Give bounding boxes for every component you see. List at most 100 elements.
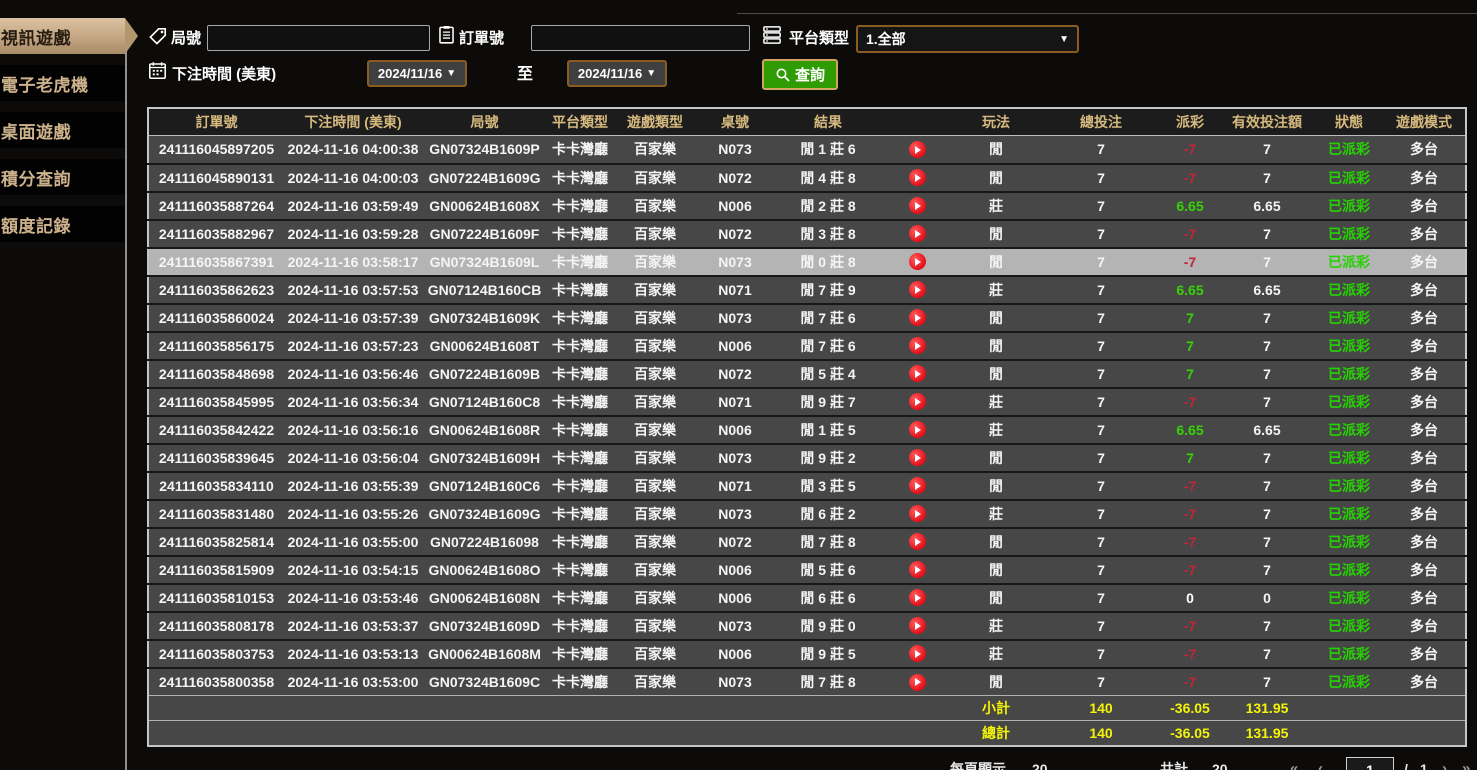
play-icon[interactable] bbox=[909, 197, 926, 214]
play-icon[interactable] bbox=[909, 253, 926, 270]
cell-table-no: N073 bbox=[697, 304, 773, 332]
table-row[interactable]: 241116035810153 2024-11-16 03:53:46 GN00… bbox=[148, 584, 1466, 612]
cell-platform-type: 卡卡灣廳 bbox=[547, 332, 613, 360]
next-page-button[interactable]: › bbox=[1442, 757, 1447, 770]
cell-round-id: GN07224B1609B bbox=[422, 360, 547, 388]
table-row[interactable]: 241116035867391 2024-11-16 03:58:17 GN07… bbox=[148, 248, 1466, 276]
cell-round-id: GN00624B1608T bbox=[422, 332, 547, 360]
cell-total-bet: 7 bbox=[1041, 332, 1161, 360]
table-row[interactable]: 241116035815909 2024-11-16 03:54:15 GN00… bbox=[148, 556, 1466, 584]
cell-bet-type: 閒 bbox=[951, 136, 1041, 164]
play-icon[interactable] bbox=[909, 281, 926, 298]
cell-game-mode: 多台 bbox=[1383, 640, 1466, 668]
cell-bet-type: 閒 bbox=[951, 584, 1041, 612]
cell-bet-time: 2024-11-16 03:56:16 bbox=[284, 416, 422, 444]
cell-payout: -7 bbox=[1161, 556, 1219, 584]
play-icon[interactable] bbox=[909, 421, 926, 438]
cell-valid-bet: 7 bbox=[1219, 220, 1315, 248]
table-row[interactable]: 241116035839645 2024-11-16 03:56:04 GN07… bbox=[148, 444, 1466, 472]
cell-game-mode: 多台 bbox=[1383, 472, 1466, 500]
table-row[interactable]: 241116035845995 2024-11-16 03:56:34 GN07… bbox=[148, 388, 1466, 416]
play-icon[interactable] bbox=[909, 225, 926, 242]
table-row[interactable]: 241116035882967 2024-11-16 03:59:28 GN07… bbox=[148, 220, 1466, 248]
table-row[interactable]: 241116035848698 2024-11-16 03:56:46 GN07… bbox=[148, 360, 1466, 388]
table-row[interactable]: 241116035856175 2024-11-16 03:57:23 GN00… bbox=[148, 332, 1466, 360]
table-row[interactable]: 241116035862623 2024-11-16 03:57:53 GN07… bbox=[148, 276, 1466, 304]
play-icon[interactable] bbox=[909, 477, 926, 494]
play-icon[interactable] bbox=[909, 561, 926, 578]
play-icon[interactable] bbox=[909, 393, 926, 410]
play-icon[interactable] bbox=[909, 141, 926, 158]
play-icon[interactable] bbox=[909, 645, 926, 662]
cell-game-mode: 多台 bbox=[1383, 164, 1466, 192]
search-button[interactable]: 查詢 bbox=[762, 59, 838, 90]
chevron-down-icon: ▼ bbox=[1059, 34, 1069, 45]
cell-result: 閒 3 莊 8 bbox=[773, 220, 883, 248]
play-icon[interactable] bbox=[909, 505, 926, 522]
table-row[interactable]: 241116035834110 2024-11-16 03:55:39 GN07… bbox=[148, 472, 1466, 500]
platform-type-select[interactable]: 1.全部 ▼ bbox=[856, 25, 1079, 53]
cell-result: 閒 9 莊 0 bbox=[773, 612, 883, 640]
cell-bet-time: 2024-11-16 03:53:46 bbox=[284, 584, 422, 612]
cell-status: 已派彩 bbox=[1315, 612, 1383, 640]
sidebar-item-4[interactable]: 積分查詢 bbox=[0, 159, 125, 195]
sidebar-item-5[interactable]: 額度記錄 bbox=[0, 206, 125, 242]
play-icon[interactable] bbox=[909, 169, 926, 186]
order-id-input[interactable] bbox=[531, 25, 750, 51]
cell-round-id: GN07324B1609L bbox=[422, 248, 547, 276]
cell-bet-type: 莊 bbox=[951, 640, 1041, 668]
order-id-label: 訂單號 bbox=[459, 27, 504, 48]
table-row[interactable]: 241116045897205 2024-11-16 04:00:38 GN07… bbox=[148, 136, 1466, 164]
column-header: 派彩 bbox=[1161, 108, 1219, 136]
date-to-picker[interactable]: 2024/11/16 ▼ bbox=[567, 60, 667, 87]
per-page-value[interactable]: 20 bbox=[1032, 757, 1048, 770]
table-row[interactable]: 241116035887264 2024-11-16 03:59:49 GN00… bbox=[148, 192, 1466, 220]
date-from-picker[interactable]: 2024/11/16 ▼ bbox=[367, 60, 467, 87]
play-icon[interactable] bbox=[909, 365, 926, 382]
play-icon[interactable] bbox=[909, 589, 926, 606]
cell-result: 閒 3 莊 5 bbox=[773, 472, 883, 500]
cell-status: 已派彩 bbox=[1315, 332, 1383, 360]
play-icon[interactable] bbox=[909, 309, 926, 326]
cell-valid-bet: 7 bbox=[1219, 360, 1315, 388]
cell-replay bbox=[883, 332, 951, 360]
subtotal-valid-bet: 131.95 bbox=[1219, 696, 1315, 721]
cell-order-id: 241116035882967 bbox=[148, 220, 284, 248]
play-icon[interactable] bbox=[909, 533, 926, 550]
cell-platform-type: 卡卡灣廳 bbox=[547, 500, 613, 528]
sidebar-item-3[interactable]: 桌面遊戲 bbox=[0, 112, 125, 148]
cell-round-id: GN07324B1609H bbox=[422, 444, 547, 472]
cell-game-type: 百家樂 bbox=[613, 248, 697, 276]
round-id-input[interactable] bbox=[207, 25, 430, 51]
cell-total-bet: 7 bbox=[1041, 472, 1161, 500]
prev-page-button[interactable]: ‹ bbox=[1318, 757, 1323, 770]
cell-status: 已派彩 bbox=[1315, 500, 1383, 528]
table-row[interactable]: 241116035800358 2024-11-16 03:53:00 GN07… bbox=[148, 668, 1466, 696]
cell-platform-type: 卡卡灣廳 bbox=[547, 584, 613, 612]
table-row[interactable]: 241116035803753 2024-11-16 03:53:13 GN00… bbox=[148, 640, 1466, 668]
table-row[interactable]: 241116035825814 2024-11-16 03:55:00 GN07… bbox=[148, 528, 1466, 556]
cell-total-bet: 7 bbox=[1041, 304, 1161, 332]
cell-payout: 7 bbox=[1161, 360, 1219, 388]
records-table-wrap: 訂單號下注時間 (美東)局號平台類型遊戲類型桌號結果玩法總投注派彩有效投注額狀態… bbox=[147, 107, 1467, 747]
sidebar-item-2[interactable]: 電子老虎機 bbox=[0, 65, 125, 101]
cell-game-type: 百家樂 bbox=[613, 500, 697, 528]
page-number-input[interactable]: 1 bbox=[1346, 757, 1394, 770]
cell-order-id: 241116035848698 bbox=[148, 360, 284, 388]
table-row[interactable]: 241116035808178 2024-11-16 03:53:37 GN07… bbox=[148, 612, 1466, 640]
first-page-button[interactable]: « bbox=[1290, 757, 1298, 770]
last-page-button[interactable]: » bbox=[1462, 757, 1470, 770]
cell-total-bet: 7 bbox=[1041, 416, 1161, 444]
cell-bet-type: 閒 bbox=[951, 360, 1041, 388]
sidebar-item-1[interactable]: 視訊遊戲 bbox=[0, 18, 125, 54]
play-icon[interactable] bbox=[909, 674, 926, 691]
table-row[interactable]: 241116035842422 2024-11-16 03:56:16 GN00… bbox=[148, 416, 1466, 444]
table-row[interactable]: 241116035860024 2024-11-16 03:57:39 GN07… bbox=[148, 304, 1466, 332]
cell-replay bbox=[883, 164, 951, 192]
play-icon[interactable] bbox=[909, 337, 926, 354]
cell-bet-time: 2024-11-16 03:53:13 bbox=[284, 640, 422, 668]
table-row[interactable]: 241116045890131 2024-11-16 04:00:03 GN07… bbox=[148, 164, 1466, 192]
play-icon[interactable] bbox=[909, 617, 926, 634]
play-icon[interactable] bbox=[909, 449, 926, 466]
table-row[interactable]: 241116035831480 2024-11-16 03:55:26 GN07… bbox=[148, 500, 1466, 528]
